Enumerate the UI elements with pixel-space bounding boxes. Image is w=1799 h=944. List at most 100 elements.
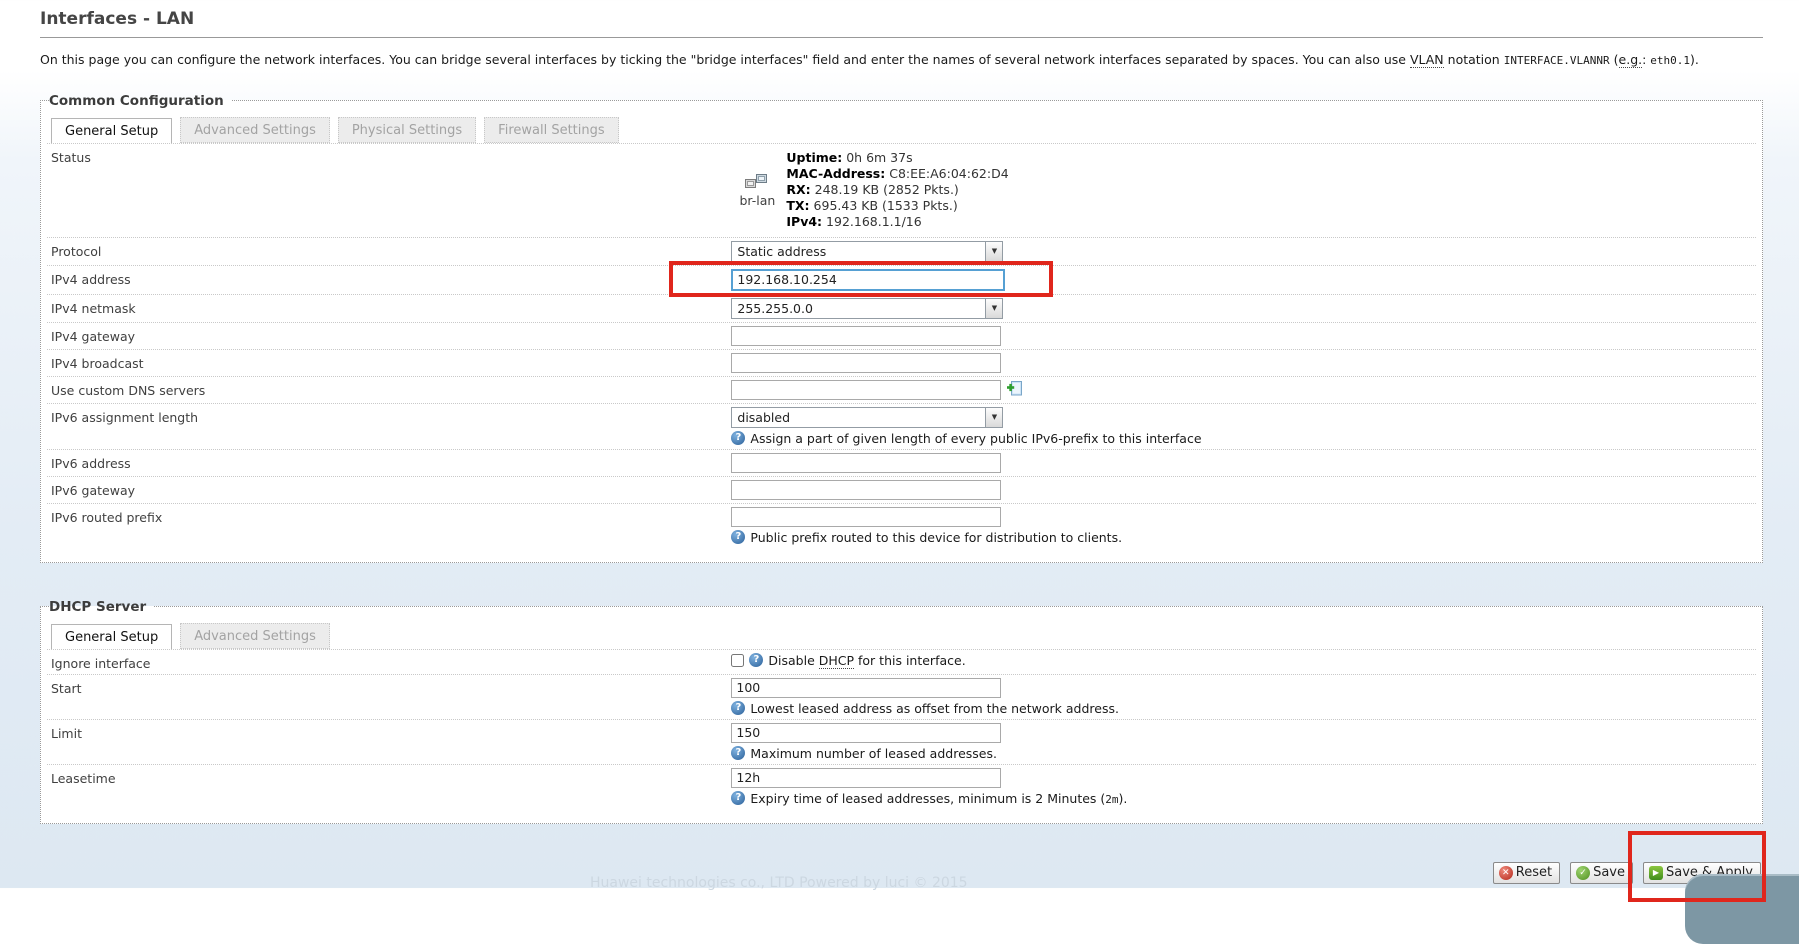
- row-custom-dns: Use custom DNS servers: [47, 376, 1756, 403]
- tab-dhcp-advanced-settings[interactable]: Advanced Settings: [180, 623, 330, 649]
- description-text: On this page you can configure the netwo…: [40, 52, 1410, 67]
- add-entry-icon[interactable]: [1006, 380, 1023, 400]
- stat-tx: TX: 695.43 KB (1533 Pkts.): [786, 198, 1008, 214]
- apply-icon: ▶: [1649, 866, 1663, 880]
- row-ipv4-broadcast: IPv4 broadcast: [47, 349, 1756, 376]
- status-label: Status: [51, 147, 731, 234]
- save-icon: ✓: [1576, 866, 1590, 880]
- tab-advanced-settings[interactable]: Advanced Settings: [180, 117, 330, 143]
- limit-input[interactable]: [731, 723, 1001, 743]
- start-help: ? Lowest leased address as offset from t…: [731, 701, 1752, 716]
- ignore-interface-label: Ignore interface: [51, 653, 731, 671]
- leasetime-input[interactable]: [731, 768, 1001, 788]
- tab-firewall-settings[interactable]: Firewall Settings: [484, 117, 618, 143]
- help-icon: ?: [731, 746, 745, 760]
- interface-name: br-lan: [739, 193, 775, 208]
- stat-rx: RX: 248.19 KB (2852 Pkts.): [786, 182, 1008, 198]
- description-text: notation: [1444, 52, 1504, 67]
- row-ipv6-routed-prefix: IPv6 routed prefix ? Public prefix route…: [47, 503, 1756, 548]
- ipv6-assignment-label: IPv6 assignment length: [51, 407, 731, 446]
- dhcp-abbr: DHCP: [819, 653, 854, 669]
- ipv4-address-label: IPv4 address: [51, 269, 731, 291]
- row-limit: Limit ? Maximum number of leased address…: [47, 719, 1756, 764]
- ipv6-assignment-select[interactable]: disabled ▼: [731, 407, 1003, 428]
- dhcp-tabs: General Setup Advanced Settings: [47, 621, 1756, 649]
- stat-ipv4: IPv4: 192.168.1.1/16: [786, 214, 1008, 230]
- tab-dhcp-general-setup[interactable]: General Setup: [51, 624, 172, 650]
- start-label: Start: [51, 678, 731, 716]
- ipv6-address-input[interactable]: [731, 453, 1001, 473]
- ipv6-address-label: IPv6 address: [51, 453, 731, 473]
- ipv6-gateway-input[interactable]: [731, 480, 1001, 500]
- chevron-down-icon: ▼: [985, 299, 1002, 318]
- reset-button[interactable]: ✕ Reset: [1493, 862, 1560, 884]
- stat-mac-address: MAC-Address: C8:EE:A6:04:62:D4: [786, 166, 1008, 182]
- tab-general-setup[interactable]: General Setup: [51, 118, 172, 144]
- limit-label: Limit: [51, 723, 731, 761]
- row-ignore-interface: Ignore interface ? Disable DHCP for this…: [47, 649, 1756, 674]
- help-icon: ?: [731, 431, 745, 445]
- ipv4-address-input[interactable]: [731, 269, 1005, 291]
- ipv4-broadcast-label: IPv4 broadcast: [51, 353, 731, 373]
- help-icon: ?: [731, 530, 745, 544]
- description-text: (: [1610, 52, 1619, 67]
- dhcp-server-legend: DHCP Server: [49, 599, 154, 615]
- ipv4-gateway-input[interactable]: [731, 326, 1001, 346]
- ipv4-netmask-select[interactable]: 255.255.0.0 ▼: [731, 298, 1003, 319]
- eth01-code: eth0.1: [1650, 54, 1690, 67]
- leasetime-help: ? Expiry time of leased addresses, minim…: [731, 791, 1752, 806]
- row-ipv4-netmask: IPv4 netmask 255.255.0.0 ▼: [47, 294, 1756, 322]
- description-text: ).: [1690, 52, 1699, 67]
- chevron-down-icon: ▼: [985, 408, 1002, 427]
- page-title: Interfaces - LAN: [40, 6, 1763, 38]
- dhcp-rows: Ignore interface ? Disable DHCP for this…: [47, 649, 1756, 809]
- ipv6-gateway-label: IPv6 gateway: [51, 480, 731, 500]
- interface-stats: Uptime: 0h 6m 37s MAC-Address: C8:EE:A6:…: [786, 150, 1008, 230]
- ipv6-routed-prefix-input[interactable]: [731, 507, 1001, 527]
- custom-dns-input[interactable]: [731, 380, 1001, 400]
- status-value: br-lan Uptime: 0h 6m 37s MAC-Address: C8…: [731, 147, 1752, 234]
- help-icon: ?: [749, 653, 763, 667]
- row-ipv6-assignment-length: IPv6 assignment length disabled ▼ ? Assi…: [47, 403, 1756, 449]
- row-ipv4-gateway: IPv4 gateway: [47, 322, 1756, 349]
- interface-block: br-lan: [731, 173, 783, 208]
- row-ipv4-address: IPv4 address: [47, 265, 1756, 294]
- save-button[interactable]: ✓ Save: [1570, 862, 1633, 884]
- common-configuration-section: Common Configuration General Setup Advan…: [40, 93, 1763, 563]
- ipv4-gateway-label: IPv4 gateway: [51, 326, 731, 346]
- common-config-rows: Status br-lan Uptime: 0h 6m 37s MAC-Addr…: [47, 143, 1756, 548]
- ipv6-routed-prefix-help: ? Public prefix routed to this device fo…: [731, 530, 1752, 545]
- reset-icon: ✕: [1499, 866, 1513, 880]
- ipv6-assignment-help: ? Assign a part of given length of every…: [731, 431, 1752, 446]
- row-ipv6-gateway: IPv6 gateway: [47, 476, 1756, 503]
- interface-vlannr-code: INTERFACE.VLANNR: [1504, 54, 1610, 67]
- row-protocol: Protocol Static address ▼: [47, 237, 1756, 265]
- stat-uptime: Uptime: 0h 6m 37s: [786, 150, 1008, 166]
- row-status: Status br-lan Uptime: 0h 6m 37s MAC-Addr…: [47, 143, 1756, 237]
- start-input[interactable]: [731, 678, 1001, 698]
- common-configuration-legend: Common Configuration: [49, 93, 232, 109]
- ipv4-broadcast-input[interactable]: [731, 353, 1001, 373]
- common-config-tabs: General Setup Advanced Settings Physical…: [47, 115, 1756, 143]
- tab-physical-settings[interactable]: Physical Settings: [338, 117, 476, 143]
- help-icon: ?: [731, 701, 745, 715]
- dhcp-server-section: DHCP Server General Setup Advanced Setti…: [40, 599, 1763, 824]
- ipv6-routed-prefix-label: IPv6 routed prefix: [51, 507, 731, 545]
- leasetime-label: Leasetime: [51, 768, 731, 806]
- custom-dns-label: Use custom DNS servers: [51, 380, 731, 400]
- page-description: On this page you can configure the netwo…: [40, 51, 1763, 69]
- help-icon: ?: [731, 791, 745, 805]
- corner-decoration: [1685, 874, 1799, 944]
- ipv4-netmask-label: IPv4 netmask: [51, 298, 731, 319]
- eg-abbr: e.g.: [1619, 52, 1643, 68]
- protocol-select[interactable]: Static address ▼: [731, 241, 1003, 262]
- row-ipv6-address: IPv6 address: [47, 449, 1756, 476]
- row-leasetime: Leasetime ? Expiry time of leased addres…: [47, 764, 1756, 809]
- protocol-label: Protocol: [51, 241, 731, 262]
- ignore-interface-checkbox[interactable]: [731, 654, 744, 667]
- vlan-abbr: VLAN: [1410, 52, 1444, 68]
- limit-help: ? Maximum number of leased addresses.: [731, 746, 1752, 761]
- ignore-interface-help: Disable DHCP for this interface.: [768, 653, 965, 668]
- bridge-icon: [744, 173, 770, 192]
- footer-text: Huawei technologies co., LTD Powered by …: [590, 875, 968, 891]
